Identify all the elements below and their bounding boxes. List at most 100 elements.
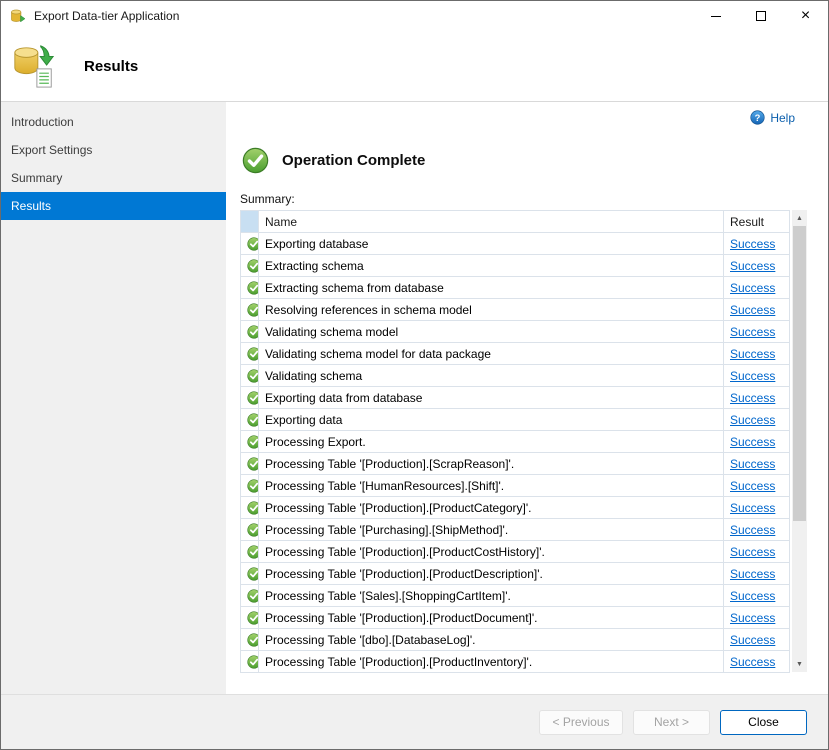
success-check-icon xyxy=(247,633,259,647)
table-row[interactable]: Processing Export. Success xyxy=(241,431,790,453)
help-link[interactable]: ? Help xyxy=(750,110,795,125)
help-icon: ? xyxy=(750,110,765,125)
page-title: Results xyxy=(84,58,138,75)
app-database-export-icon xyxy=(10,8,26,24)
operation-status: Operation Complete xyxy=(242,147,425,174)
success-check-icon xyxy=(247,479,259,493)
table-row[interactable]: Extracting schema Success xyxy=(241,255,790,277)
table-row[interactable]: Extracting schema from database Success xyxy=(241,277,790,299)
results-table-body: Exporting database Success Extracting sc… xyxy=(241,233,790,673)
wizard-body: Introduction Export Settings Summary Res… xyxy=(1,102,828,694)
close-button[interactable]: Close xyxy=(720,710,807,735)
table-row[interactable]: Validating schema model Success xyxy=(241,321,790,343)
result-link[interactable]: Success xyxy=(730,369,775,383)
main-panel: ? Help Operation Complete Summary: N xyxy=(226,102,828,694)
close-window-button[interactable]: × xyxy=(783,1,828,31)
result-link[interactable]: Success xyxy=(730,457,775,471)
table-row[interactable]: Processing Table '[Sales].[ShoppingCartI… xyxy=(241,585,790,607)
success-check-icon xyxy=(247,567,259,581)
name-column-header: Name xyxy=(259,211,724,233)
result-link[interactable]: Success xyxy=(730,479,775,493)
row-name: Exporting database xyxy=(265,237,368,251)
table-row[interactable]: Exporting data Success xyxy=(241,409,790,431)
success-check-icon xyxy=(247,501,259,515)
row-name: Processing Table '[Purchasing].[ShipMeth… xyxy=(265,523,508,537)
row-name: Processing Table '[Production].[ProductC… xyxy=(265,545,545,559)
success-check-icon xyxy=(247,545,259,559)
success-check-icon xyxy=(247,611,259,625)
close-icon: × xyxy=(801,8,810,24)
table-row[interactable]: Processing Table '[Purchasing].[ShipMeth… xyxy=(241,519,790,541)
row-name: Processing Export. xyxy=(265,435,366,449)
help-label: Help xyxy=(770,111,795,125)
sidebar-item-label: Results xyxy=(11,199,51,213)
result-link[interactable]: Success xyxy=(730,633,775,647)
table-row[interactable]: Resolving references in schema model Suc… xyxy=(241,299,790,321)
titlebar[interactable]: Export Data-tier Application × xyxy=(1,1,828,31)
result-link[interactable]: Success xyxy=(730,545,775,559)
table-row[interactable]: Processing Table '[Production].[ProductI… xyxy=(241,651,790,673)
table-row[interactable]: Processing Table '[Production].[ProductD… xyxy=(241,563,790,585)
sidebar-item-export-settings[interactable]: Export Settings xyxy=(1,136,226,164)
row-name: Processing Table '[Production].[ProductD… xyxy=(265,567,543,581)
row-name: Processing Table '[HumanResources].[Shif… xyxy=(265,479,504,493)
table-row[interactable]: Validating schema model for data package… xyxy=(241,343,790,365)
row-name: Processing Table '[Production].[ProductD… xyxy=(265,611,538,625)
result-link[interactable]: Success xyxy=(730,281,775,295)
result-link[interactable]: Success xyxy=(730,567,775,581)
table-row[interactable]: Processing Table '[Production].[ProductC… xyxy=(241,497,790,519)
result-link[interactable]: Success xyxy=(730,501,775,515)
result-link[interactable]: Success xyxy=(730,325,775,339)
result-link[interactable]: Success xyxy=(730,391,775,405)
window-controls: × xyxy=(693,1,828,31)
result-link[interactable]: Success xyxy=(730,413,775,427)
result-link[interactable]: Success xyxy=(730,303,775,317)
result-link[interactable]: Success xyxy=(730,347,775,361)
scroll-thumb[interactable] xyxy=(793,226,806,521)
row-name: Processing Table '[Sales].[ShoppingCartI… xyxy=(265,589,511,603)
result-column-header: Result xyxy=(724,211,790,233)
table-row[interactable]: Processing Table '[dbo].[DatabaseLog]'. … xyxy=(241,629,790,651)
row-name: Resolving references in schema model xyxy=(265,303,472,317)
minimize-button[interactable] xyxy=(693,1,738,31)
table-row[interactable]: Processing Table '[Production].[ScrapRea… xyxy=(241,453,790,475)
wizard-header: Results xyxy=(1,31,828,102)
table-row[interactable]: Validating schema Success xyxy=(241,365,790,387)
sidebar-item-label: Export Settings xyxy=(11,143,92,157)
summary-label: Summary: xyxy=(240,192,295,206)
scroll-down-button[interactable]: ▼ xyxy=(792,656,807,672)
results-table: Name Result Exporting database Success E… xyxy=(240,210,790,673)
success-check-icon xyxy=(247,303,259,317)
table-scrollbar[interactable]: ▲ ▼ xyxy=(792,210,807,672)
result-link[interactable]: Success xyxy=(730,523,775,537)
table-row[interactable]: Exporting data from database Success xyxy=(241,387,790,409)
table-row[interactable]: Processing Table '[HumanResources].[Shif… xyxy=(241,475,790,497)
previous-button[interactable]: < Previous xyxy=(539,710,623,735)
result-link[interactable]: Success xyxy=(730,611,775,625)
icon-column-header xyxy=(241,211,259,233)
success-check-icon xyxy=(247,347,259,361)
result-link[interactable]: Success xyxy=(730,237,775,251)
result-link[interactable]: Success xyxy=(730,259,775,273)
operation-complete-heading: Operation Complete xyxy=(282,152,425,169)
success-check-icon xyxy=(247,259,259,273)
table-header-row: Name Result xyxy=(241,211,790,233)
row-name: Validating schema model xyxy=(265,325,398,339)
next-button[interactable]: Next > xyxy=(633,710,710,735)
result-link[interactable]: Success xyxy=(730,655,775,669)
maximize-icon xyxy=(756,11,766,21)
sidebar-item-introduction[interactable]: Introduction xyxy=(1,108,226,136)
sidebar-item-summary[interactable]: Summary xyxy=(1,164,226,192)
row-name: Extracting schema from database xyxy=(265,281,444,295)
table-row[interactable]: Processing Table '[Production].[ProductC… xyxy=(241,541,790,563)
table-row[interactable]: Exporting database Success xyxy=(241,233,790,255)
success-check-icon xyxy=(247,237,259,251)
table-row[interactable]: Processing Table '[Production].[ProductD… xyxy=(241,607,790,629)
result-link[interactable]: Success xyxy=(730,589,775,603)
maximize-button[interactable] xyxy=(738,1,783,31)
success-check-icon xyxy=(247,281,259,295)
success-check-icon xyxy=(247,413,259,427)
scroll-up-button[interactable]: ▲ xyxy=(792,210,807,226)
sidebar-item-results[interactable]: Results xyxy=(1,192,226,220)
result-link[interactable]: Success xyxy=(730,435,775,449)
